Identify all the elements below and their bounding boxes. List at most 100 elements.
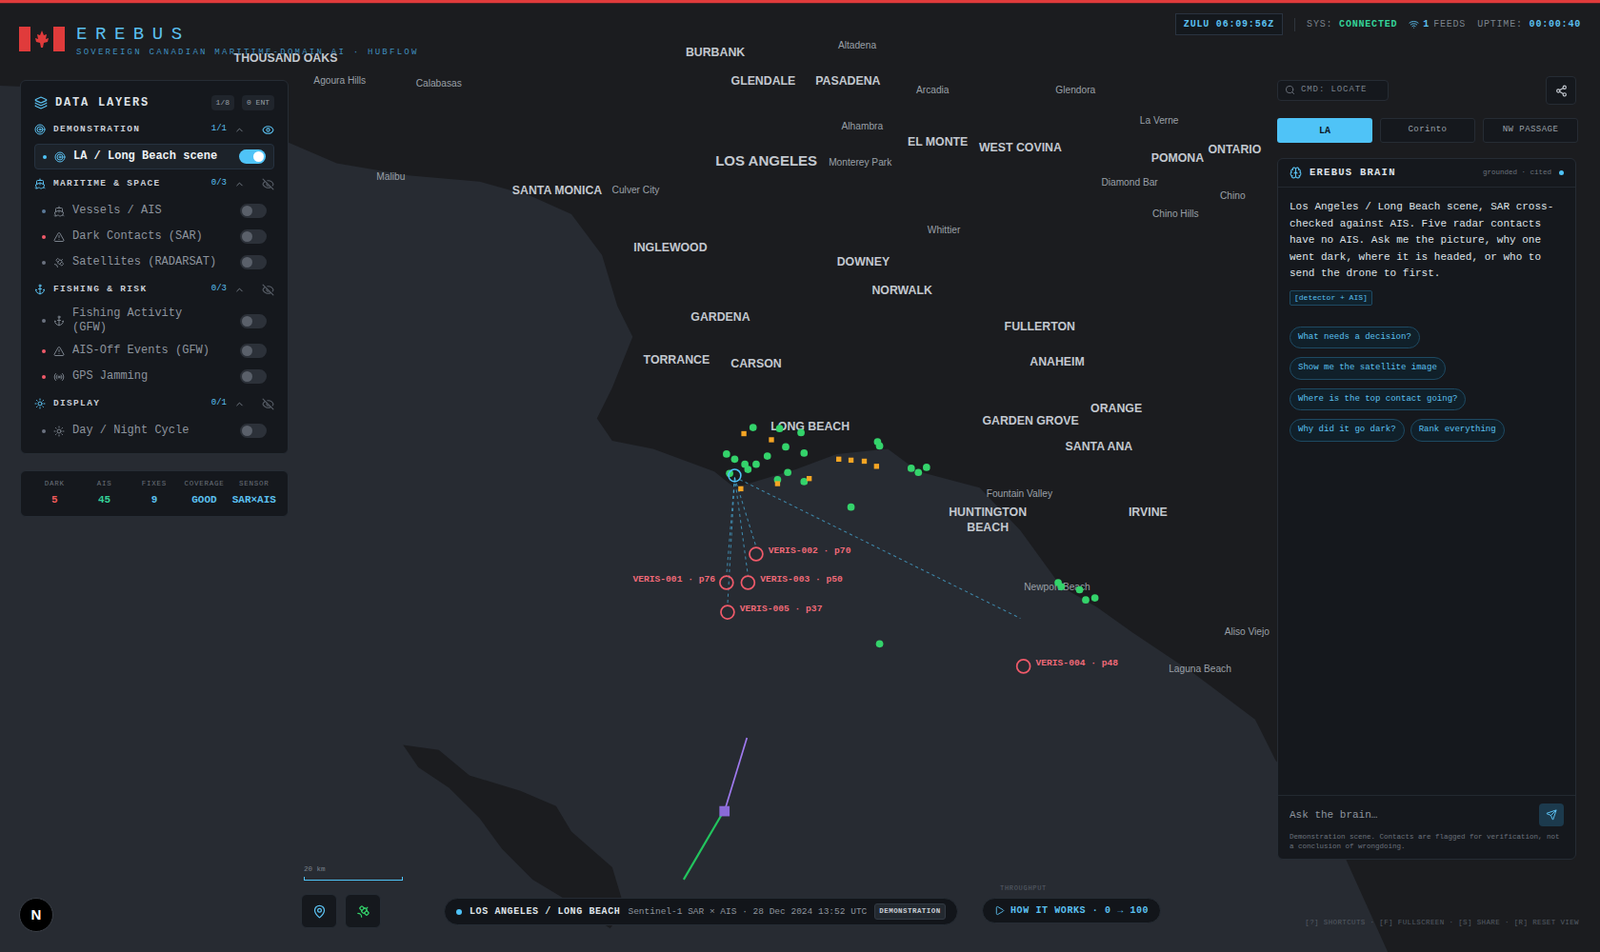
satellite-button[interactable]	[344, 894, 381, 929]
layer-label: Day / Night Cycle	[72, 423, 220, 439]
fix-marker[interactable]	[768, 437, 774, 442]
group-header[interactable]: MARITIME & SPACE0/3	[34, 169, 275, 199]
brain-header: EREBUS BRAINgrounded · cited	[1278, 159, 1576, 188]
group-header[interactable]: FISHING & RISK0/3	[34, 275, 275, 304]
how-label: HOW IT WORKS · 0 → 100	[1010, 903, 1149, 919]
ais-vessel[interactable]	[744, 465, 753, 474]
track-line	[740, 480, 1021, 620]
panel-title: DATA LAYERS	[55, 94, 204, 112]
entity-count-badge: 0 ENT	[241, 95, 275, 111]
layer-toggle[interactable]	[239, 149, 266, 164]
layer-group: DEMONSTRATION1/1LA / Long Beach scene	[34, 115, 275, 170]
svg-text:VERIS-003 · p50: VERIS-003 · p50	[760, 574, 843, 585]
fix-marker[interactable]	[861, 459, 867, 464]
layer-item[interactable]: Day / Night Cycle	[34, 418, 275, 444]
ais-vessel[interactable]	[847, 503, 856, 512]
ais-vessel[interactable]	[749, 423, 758, 432]
dark-contact[interactable]: VERIS-001 · p76	[632, 574, 733, 590]
layer-item[interactable]: Dark Contacts (SAR)	[34, 223, 275, 250]
command-input[interactable]	[1300, 83, 1381, 98]
fix-marker[interactable]	[874, 463, 880, 469]
layer-toggle[interactable]	[240, 255, 267, 270]
layer-toggle[interactable]	[240, 343, 267, 359]
ais-vessel[interactable]	[876, 442, 884, 451]
how-it-works-button[interactable]: HOW IT WORKS · 0 → 100	[981, 898, 1161, 924]
ais-vessel[interactable]	[776, 424, 784, 433]
chevron-up-icon[interactable]	[234, 179, 245, 190]
group-header[interactable]: DEMONSTRATION1/1	[34, 115, 275, 144]
suggestion-chip[interactable]: Where is the top contact going?	[1289, 388, 1466, 412]
ais-vessel[interactable]	[763, 452, 772, 460]
canada-flag-icon	[19, 26, 65, 52]
dark-contact[interactable]: VERIS-002 · p70	[749, 545, 852, 561]
ais-vessel[interactable]	[922, 463, 931, 472]
ais-vessel[interactable]	[722, 450, 731, 459]
map-label: FULLERTON	[1004, 320, 1076, 334]
suggestion-chip[interactable]: Show me the satellite image	[1289, 357, 1446, 380]
scene-tab[interactable]: LA	[1277, 118, 1373, 143]
chevron-up-icon[interactable]	[234, 399, 245, 410]
send-button[interactable]	[1539, 803, 1564, 827]
uptime: UPTIME: 00:00:40	[1477, 17, 1581, 32]
layer-item[interactable]: Vessels / AIS	[34, 198, 275, 224]
stat-label: SENSOR	[239, 479, 270, 490]
ais-vessel[interactable]	[914, 468, 922, 477]
ais-vessel[interactable]	[781, 443, 790, 452]
command-search[interactable]	[1277, 80, 1389, 101]
layer-toggle[interactable]	[240, 229, 267, 244]
ais-vessel[interactable]	[1081, 596, 1090, 604]
map-label: IRVINE	[1128, 505, 1168, 520]
layer-toggle[interactable]	[240, 203, 267, 219]
layer-toggle[interactable]	[240, 369, 267, 384]
logo-button[interactable]: N	[19, 898, 54, 933]
layer-item[interactable]: LA / Long Beach scene	[34, 143, 275, 170]
eye-icon[interactable]	[261, 123, 275, 137]
group-header[interactable]: DISPLAY0/1	[34, 389, 275, 419]
brain-input[interactable]	[1289, 807, 1532, 824]
suggestion-chip[interactable]: What needs a decision?	[1289, 326, 1420, 350]
locate-button[interactable]	[300, 894, 338, 929]
layer-item[interactable]: Fishing Activity (GFW)	[34, 303, 275, 339]
ais-vessel[interactable]	[876, 640, 884, 648]
fix-marker[interactable]	[806, 476, 812, 481]
eye-off-icon[interactable]	[261, 398, 275, 411]
ais-vessel[interactable]	[907, 464, 916, 473]
ais-vessel[interactable]	[783, 468, 792, 477]
dark-contact[interactable]: VERIS-005 · p37	[720, 603, 823, 620]
zulu-clock: ZULU 06:09:56Z	[1175, 13, 1283, 36]
dark-contact[interactable]: VERIS-004 · p48	[1017, 658, 1120, 674]
layer-item[interactable]: Satellites (RADARSAT)	[34, 249, 275, 276]
satellite-icon	[356, 904, 371, 920]
ais-vessel[interactable]	[731, 455, 740, 463]
scene-tab[interactable]: NW PASSAGE	[1482, 118, 1579, 143]
fix-marker[interactable]	[848, 458, 854, 463]
fix-marker[interactable]	[836, 457, 841, 462]
suggestion-chip[interactable]: Why did it go dark?	[1289, 419, 1405, 442]
drone-marker[interactable]	[719, 806, 730, 818]
ais-vessel[interactable]	[800, 449, 808, 458]
ais-vessel[interactable]	[1057, 582, 1065, 591]
fix-marker[interactable]	[738, 486, 743, 492]
fix-marker[interactable]	[775, 480, 780, 486]
ais-vessel[interactable]	[1091, 594, 1100, 602]
layer-item[interactable]: AIS-Off Events (GFW)	[34, 338, 275, 364]
ais-vessel[interactable]	[797, 429, 805, 438]
eye-off-icon[interactable]	[261, 178, 275, 191]
layer-icon	[53, 205, 65, 218]
dark-contact[interactable]: VERIS-003 · p50	[740, 574, 843, 590]
suggestion-chip[interactable]: Rank everything	[1410, 419, 1505, 442]
eye-off-icon[interactable]	[261, 283, 275, 297]
ais-vessel[interactable]	[752, 460, 760, 469]
scene-tab[interactable]: Corinto	[1380, 118, 1476, 143]
share-button[interactable]	[1545, 76, 1577, 105]
chevron-up-icon[interactable]	[234, 284, 245, 296]
layer-toggle[interactable]	[240, 423, 267, 439]
layer-item[interactable]: GPS Jamming	[34, 363, 275, 390]
map-label: Arcadia	[916, 84, 950, 96]
chevron-up-icon[interactable]	[234, 124, 245, 136]
ais-vessel[interactable]	[1076, 586, 1084, 595]
fix-marker[interactable]	[740, 431, 746, 437]
layer-toggle[interactable]	[240, 314, 267, 329]
map-pin-icon	[312, 904, 327, 920]
port-marker[interactable]	[728, 469, 741, 482]
